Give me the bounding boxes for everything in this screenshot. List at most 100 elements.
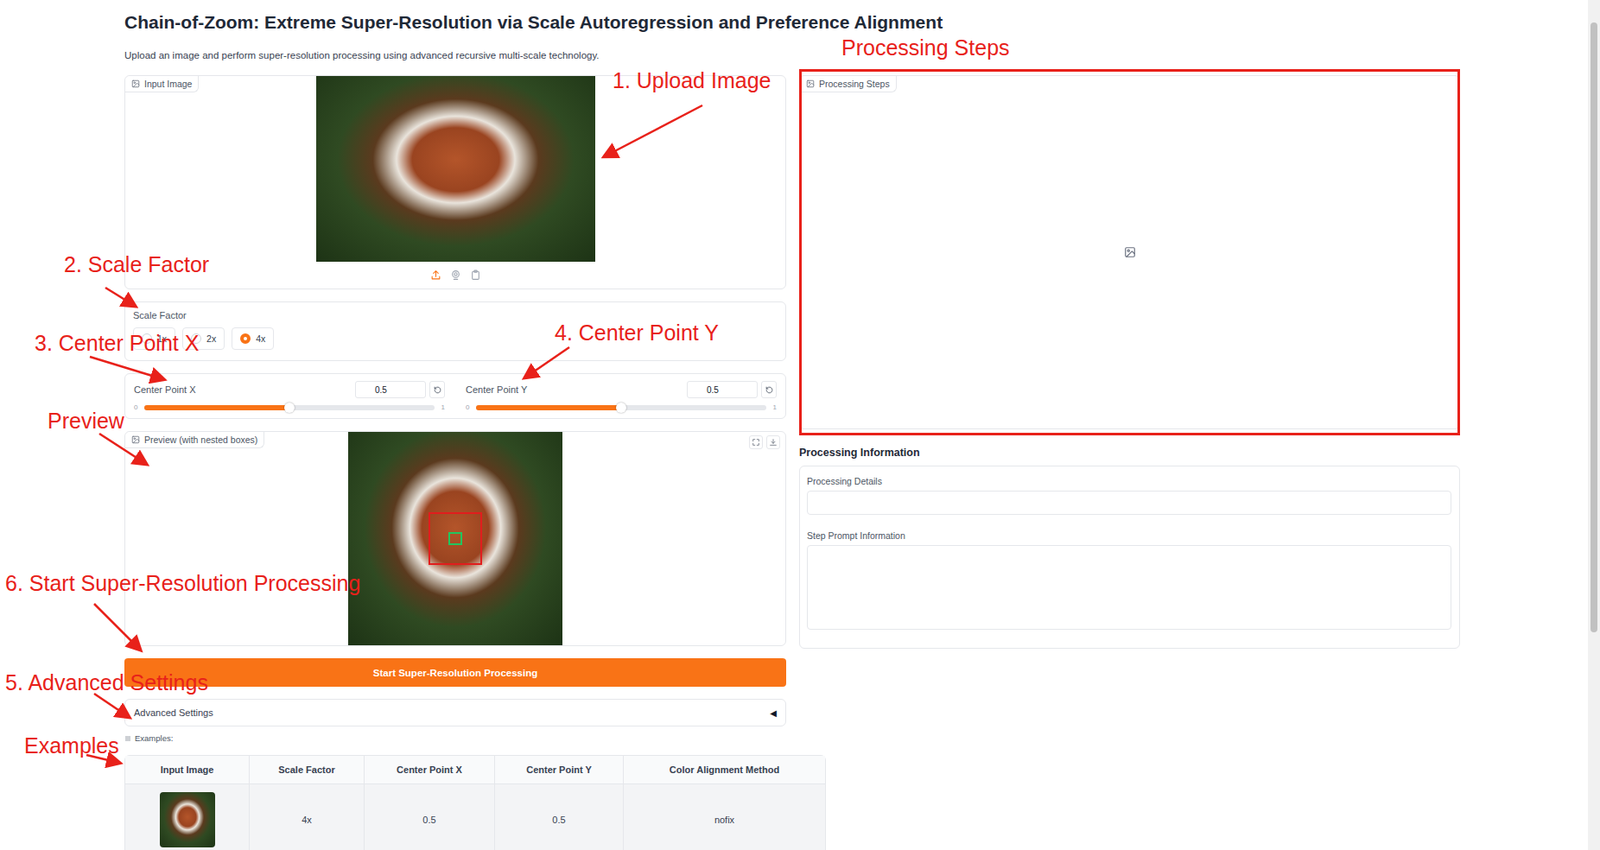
arrow-icon bbox=[525, 347, 570, 378]
examples-label: Examples: bbox=[124, 733, 787, 743]
column-header: Input Image bbox=[125, 755, 250, 785]
slider-header: Center Point X bbox=[133, 380, 445, 399]
annotation-label: Processing Steps bbox=[841, 35, 1010, 60]
radio-label: 4x bbox=[255, 333, 266, 344]
annotation-label: Preview bbox=[47, 408, 125, 433]
field-label: Step Prompt Information bbox=[806, 530, 1452, 541]
slider-controls bbox=[355, 380, 445, 399]
slider-thumb[interactable] bbox=[615, 402, 627, 413]
columns: Input ImageScale Factor1x2x4xCenter Poin… bbox=[124, 75, 1600, 850]
info-heading: Processing Information bbox=[799, 446, 1461, 459]
upload-icon[interactable] bbox=[430, 269, 442, 281]
reset-icon[interactable] bbox=[433, 386, 442, 394]
start-button[interactable]: Start Super-Resolution Processing bbox=[124, 658, 787, 687]
field-label: Processing Details bbox=[806, 476, 1452, 487]
examples-table: Input ImageScale FactorCenter Point XCen… bbox=[124, 755, 826, 850]
arrow-icon bbox=[105, 287, 135, 306]
slider-controls bbox=[686, 380, 777, 399]
center-point-sliders: Center Point X01Center Point Y01 bbox=[124, 373, 787, 420]
image-icon bbox=[806, 79, 815, 89]
slider-track[interactable] bbox=[476, 405, 766, 411]
table-cell: 0.5 bbox=[495, 784, 624, 850]
preview: Preview (with nested boxes) bbox=[124, 431, 787, 647]
scrollbar[interactable] bbox=[1587, 0, 1600, 850]
slider: Center Point Y01 bbox=[465, 380, 777, 412]
column-header: Center Point Y bbox=[495, 755, 624, 785]
accordion-label: Advanced Settings bbox=[133, 707, 214, 718]
processing-info: Processing Details Step Prompt Informatio… bbox=[799, 465, 1461, 649]
label: Processing Steps bbox=[819, 78, 890, 89]
annotation-label: 6. Start Super-Resolution Processing bbox=[5, 571, 361, 596]
table-cell: 0.5 bbox=[364, 784, 496, 850]
right-column: Processing Steps Processing Information Pr… bbox=[799, 75, 1461, 649]
download-button[interactable] bbox=[766, 435, 781, 450]
example-thumbnail bbox=[159, 792, 216, 848]
arrow-icon bbox=[604, 105, 703, 157]
slider-row: 01 bbox=[465, 403, 777, 412]
page-title: Chain-of-Zoom: Extreme Super-Resolution … bbox=[124, 11, 1600, 34]
annotation-label: 3. Center Point X bbox=[34, 330, 199, 356]
slider-row: 01 bbox=[133, 403, 445, 412]
zoom-box bbox=[428, 512, 483, 566]
annotation-label: 4. Center Point Y bbox=[554, 320, 719, 345]
slider-fill bbox=[476, 405, 622, 411]
scale-factor-label: Scale Factor bbox=[133, 310, 777, 321]
preview-label: Preview (with nested boxes) bbox=[125, 431, 265, 449]
reset-icon[interactable] bbox=[765, 386, 774, 394]
table-cell: 4x bbox=[249, 784, 365, 850]
number-input[interactable] bbox=[355, 380, 426, 399]
annotation-label: Examples bbox=[24, 733, 120, 758]
annotation-overlay bbox=[0, 0, 1600, 850]
download-icon[interactable] bbox=[768, 438, 778, 447]
slider-label: Center Point Y bbox=[465, 384, 527, 395]
slider-min: 0 bbox=[465, 403, 470, 412]
list-icon bbox=[124, 735, 132, 743]
reset-button[interactable] bbox=[761, 380, 777, 399]
preview-tools bbox=[749, 435, 781, 450]
input-photo bbox=[316, 76, 596, 262]
column-header: Center Point X bbox=[364, 755, 496, 785]
slider-max: 1 bbox=[441, 403, 445, 412]
webcam-icon[interactable] bbox=[450, 269, 462, 281]
details-input[interactable] bbox=[806, 490, 1452, 515]
annotation-label: 2. Scale Factor bbox=[63, 252, 210, 277]
label: Preview (with nested boxes) bbox=[144, 434, 258, 445]
label: Examples: bbox=[134, 733, 173, 743]
input-image-label: Input Image bbox=[125, 76, 199, 93]
example-row[interactable]: 4x0.50.5nofix bbox=[125, 784, 826, 850]
annotation-label: 5. Advanced Settings bbox=[5, 670, 209, 695]
advanced-settings[interactable]: Advanced Settings ◀ bbox=[124, 698, 787, 727]
input-image[interactable]: Input Image bbox=[124, 75, 787, 290]
image-icon bbox=[131, 435, 140, 445]
arrow-icon bbox=[99, 433, 147, 464]
slider-min: 0 bbox=[133, 403, 138, 412]
slider: Center Point X01 bbox=[133, 380, 445, 412]
column-header: Color Alignment Method bbox=[623, 755, 826, 785]
processing-steps-label: Processing Steps bbox=[800, 76, 897, 93]
reset-button[interactable] bbox=[429, 380, 445, 399]
page: Chain-of-Zoom: Extreme Super-Resolution … bbox=[0, 0, 1600, 850]
clipboard-icon[interactable] bbox=[469, 269, 482, 281]
highlight-box bbox=[800, 70, 1460, 435]
header-row: Input ImageScale FactorCenter Point XCen… bbox=[125, 755, 826, 785]
slider-label: Center Point X bbox=[133, 384, 197, 395]
radio-option[interactable]: 4x bbox=[231, 327, 274, 350]
fullscreen-button[interactable] bbox=[749, 435, 763, 450]
scrollbar-thumb[interactable] bbox=[1590, 22, 1598, 633]
zoom-box bbox=[448, 532, 463, 546]
thumbnail-cell bbox=[125, 784, 250, 850]
column-header: Scale Factor bbox=[249, 755, 365, 785]
slider-track[interactable] bbox=[144, 405, 434, 411]
annotation-label: 1. Upload Image bbox=[612, 68, 771, 93]
radio-label: 2x bbox=[206, 333, 216, 344]
fullscreen-icon[interactable] bbox=[751, 438, 761, 447]
slider-thumb[interactable] bbox=[284, 402, 295, 413]
accordion-icon: ◀ bbox=[769, 708, 777, 718]
slider-fill bbox=[144, 405, 290, 411]
label: Input Image bbox=[144, 78, 192, 89]
slider-header: Center Point Y bbox=[465, 380, 777, 399]
prompt-textarea[interactable] bbox=[806, 545, 1452, 630]
number-input[interactable] bbox=[686, 380, 758, 399]
radio-dot[interactable] bbox=[240, 333, 251, 344]
slider-max: 1 bbox=[773, 403, 777, 412]
